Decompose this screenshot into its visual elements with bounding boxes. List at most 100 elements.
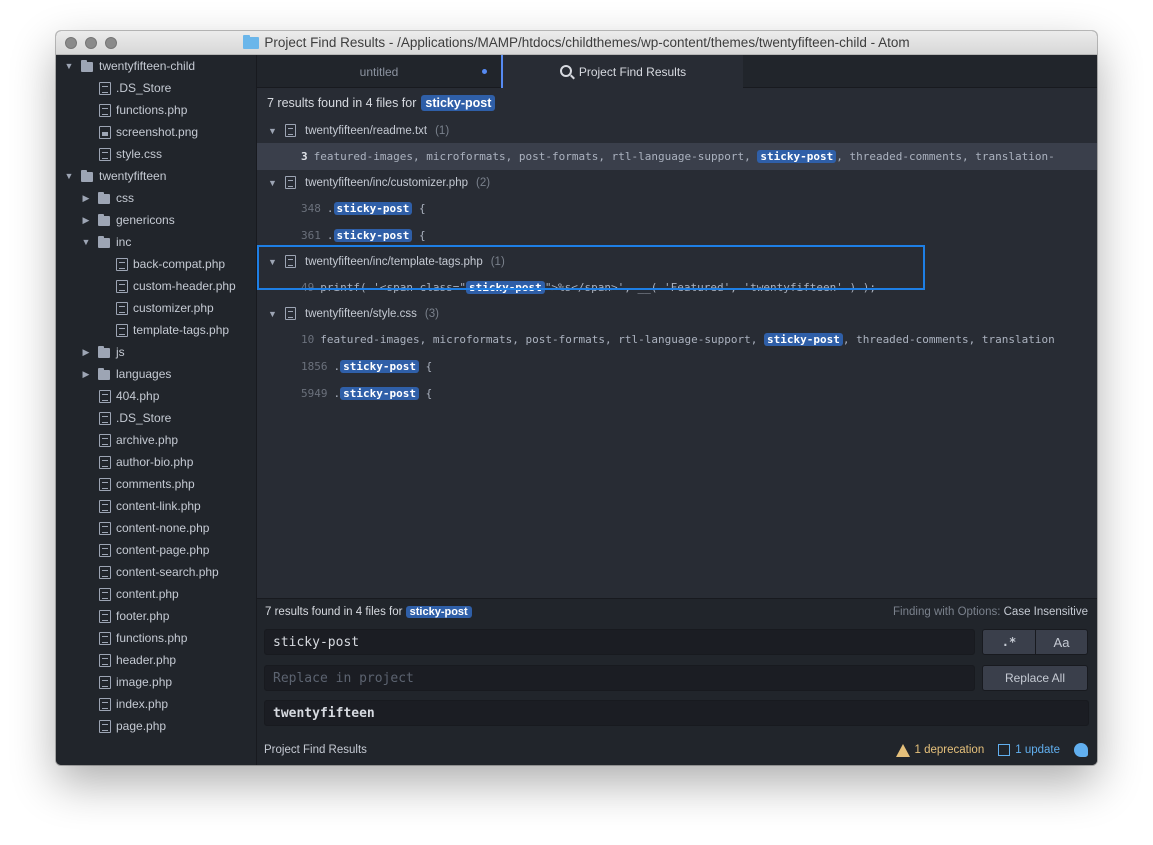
find-input[interactable]: sticky-post [264,629,975,655]
chevron-down-icon[interactable]: ▼ [64,61,74,71]
chevron-down-icon[interactable]: ▼ [81,237,91,247]
paths-input[interactable]: twentyfifteen [264,700,1089,726]
result-match-row[interactable]: 1856. sticky-post { [257,353,1097,380]
result-file-row[interactable]: ▼ twentyfifteen/inc/template-tags.php (1) [257,249,1097,274]
file-icon [99,521,111,535]
match-highlight: sticky-post [757,150,837,163]
chevron-down-icon[interactable]: ▼ [64,171,74,181]
chevron-down-icon[interactable]: ▼ [268,309,277,319]
tree-item-label: functions.php [116,103,188,117]
result-match-row[interactable]: 49 printf( '<span class=" sticky-post ">%s<… [257,274,1097,301]
tree-item[interactable]: header.php [56,649,256,671]
tree-item-label: customizer.php [133,301,214,315]
tree-item-label: .DS_Store [116,81,172,95]
line-number: 5949 [301,387,328,400]
result-match-row[interactable]: 361. sticky-post { [257,222,1097,249]
replace-input[interactable]: Replace in project [264,665,975,691]
close-window-button[interactable] [65,37,77,49]
regex-toggle-button[interactable]: .* [982,629,1036,655]
chevron-down-icon[interactable]: ▼ [268,178,277,188]
tree-item-label: twentyfifteen-child [99,59,196,73]
file-icon [99,147,111,161]
folder-icon [81,169,93,182]
line-number: 49 [301,281,315,294]
tree-item[interactable]: functions.php [56,99,256,121]
tree-item[interactable]: image.php [56,671,256,693]
tree-item[interactable]: index.php [56,693,256,715]
tree-item[interactable]: content-page.php [56,539,256,561]
tree-item[interactable]: back-compat.php [56,253,256,275]
folder-icon [98,345,110,358]
tree-item[interactable]: .DS_Store [56,407,256,429]
line-number: 10 [301,333,315,346]
minimize-window-button[interactable] [85,37,97,49]
tree-item[interactable]: author-bio.php [56,451,256,473]
result-file-row[interactable]: ▼ twentyfifteen/style.css (3) [257,301,1097,326]
tree-item[interactable]: 404.php [56,385,256,407]
result-file-row[interactable]: ▼ twentyfifteen/inc/customizer.php (2) [257,170,1097,195]
result-match-row[interactable]: 5949. sticky-post { [257,380,1097,407]
tree-item[interactable]: ▼ inc [56,231,256,253]
tree-item[interactable]: ▼ twentyfifteen [56,165,256,187]
case-sensitive-toggle-button[interactable]: Aa [1035,629,1088,655]
file-icon [99,609,111,623]
deprecation-status[interactable]: 1 deprecation [895,743,984,757]
result-file-row[interactable]: ▼ twentyfifteen/readme.txt (1) [257,118,1097,143]
result-file-path-text: twentyfifteen/inc/template-tags.php [305,255,483,268]
result-match-row[interactable]: 10 featured-images, microformats, post-fo… [257,326,1097,353]
tab-bar: untitled Project Find Results [257,55,1097,88]
result-match-row[interactable]: 3 featured-images, microformats, post-for… [257,143,1097,170]
tree-item[interactable]: template-tags.php [56,319,256,341]
tree-item[interactable]: archive.php [56,429,256,451]
chevron-right-icon[interactable]: ▶ [81,347,91,357]
find-panel: 7 results found in 4 files for sticky-po… [257,598,1097,765]
tab-project-find-results[interactable]: Project Find Results [501,55,743,88]
tree-item-label: index.php [116,697,169,711]
file-icon [285,124,296,137]
chevron-down-icon[interactable]: ▼ [268,257,277,267]
tree-item[interactable]: comments.php [56,473,256,495]
chevron-right-icon[interactable]: ▶ [81,369,91,379]
status-bar-left[interactable]: Project Find Results [264,744,367,756]
chevron-right-icon[interactable]: ▶ [81,193,91,203]
update-status[interactable]: 1 update [998,744,1060,756]
window-title: Project Find Results - /Applications/MAM… [243,34,910,50]
tree-item[interactable]: style.css [56,143,256,165]
match-preview-after: { [412,202,426,215]
workspace: untitled Project Find Results 7 results … [257,55,1097,765]
squirrel-icon[interactable] [1074,743,1088,757]
tree-item-label: template-tags.php [133,323,230,337]
tree-item[interactable]: ▶ languages [56,363,256,385]
tree-item[interactable]: ▶ genericons [56,209,256,231]
chevron-down-icon[interactable]: ▼ [268,126,277,136]
line-number: 3 [301,150,308,163]
file-icon [99,477,111,491]
chevron-right-icon[interactable]: ▶ [81,215,91,225]
tree-item[interactable]: content-none.php [56,517,256,539]
zoom-window-button[interactable] [105,37,117,49]
tab-untitled[interactable]: untitled [257,55,501,88]
result-match-count: (2) [476,176,491,189]
tree-item[interactable]: page.php [56,715,256,737]
tree-item[interactable]: screenshot.png [56,121,256,143]
tree-item[interactable]: content-search.php [56,561,256,583]
result-match-row[interactable]: 348. sticky-post { [257,195,1097,222]
tree-item-label: content-link.php [116,499,201,513]
tree-item[interactable]: functions.php [56,627,256,649]
tree-item[interactable]: content.php [56,583,256,605]
tree-item[interactable]: ▶ js [56,341,256,363]
file-icon [99,587,111,601]
tree-item[interactable]: ▶ css [56,187,256,209]
tree-item[interactable]: content-link.php [56,495,256,517]
replace-all-button[interactable]: Replace All [982,665,1088,691]
tree-item[interactable]: footer.php [56,605,256,627]
tree-item[interactable]: ▼ twentyfifteen-child [56,55,256,77]
line-number: 361 [301,229,321,242]
warning-icon [895,743,910,757]
tree-item[interactable]: custom-header.php [56,275,256,297]
tree-item-label: content.php [116,587,179,601]
tree-item[interactable]: .DS_Store [56,77,256,99]
image-file-icon [99,125,111,139]
package-icon [998,744,1011,756]
tree-item[interactable]: customizer.php [56,297,256,319]
